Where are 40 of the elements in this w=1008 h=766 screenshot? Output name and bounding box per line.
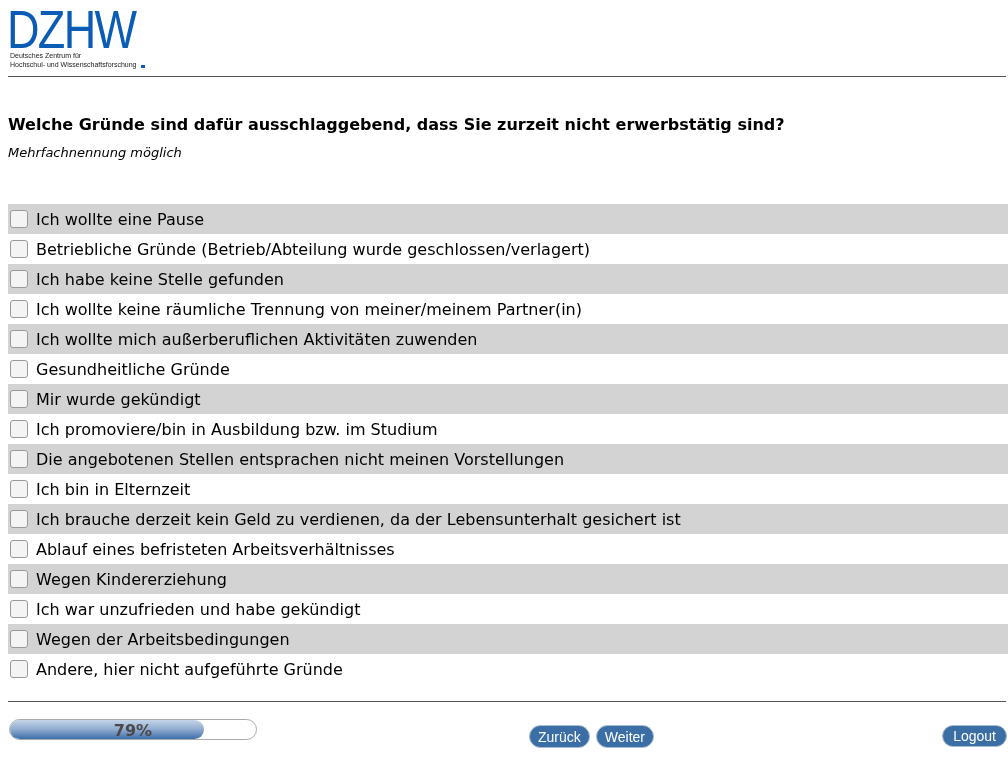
option-label[interactable]: Andere, hier nicht aufgeführte Gründe	[36, 659, 343, 679]
checkbox[interactable]	[10, 210, 28, 228]
checkbox[interactable]	[10, 330, 28, 348]
back-button[interactable]: Zurück	[529, 725, 590, 748]
option-label[interactable]: Ablauf eines befristeten Arbeitsverhältnisses	[36, 539, 395, 559]
option-label[interactable]: Ich wollte keine räumliche Trennung von meiner/meinem Partner(in)	[36, 299, 582, 319]
checkbox[interactable]	[10, 660, 28, 678]
option-label[interactable]: Ich bin in Elternzeit	[36, 479, 191, 499]
option-label[interactable]: Wegen der Arbeitsbedingungen	[36, 629, 290, 649]
checkbox[interactable]	[10, 600, 28, 618]
checkbox[interactable]	[10, 420, 28, 438]
option-label[interactable]: Betriebliche Gründe (Betrieb/Abteilung wurde geschlossen/verlagert)	[36, 239, 590, 259]
option-label[interactable]: Ich wollte eine Pause	[36, 209, 205, 229]
option-label[interactable]: Gesundheitliche Gründe	[36, 359, 230, 379]
logo-wordmark: DZHW	[7, 10, 136, 48]
question-instruction: Mehrfachnennung möglich	[8, 145, 183, 160]
option-label[interactable]: Ich habe keine Stelle gefunden	[36, 269, 284, 289]
next-button[interactable]: Weiter	[595, 725, 654, 748]
option-label[interactable]: Wegen Kindererziehung	[36, 569, 227, 589]
logo-square-icon	[141, 64, 146, 68]
checkbox[interactable]	[10, 540, 28, 558]
checkbox[interactable]	[10, 360, 28, 378]
checkbox[interactable]	[10, 450, 28, 468]
option-label[interactable]: Mir wurde gekündigt	[36, 389, 201, 409]
option-label[interactable]: Ich wollte mich außerberuflichen Aktivitäten zuwenden	[36, 329, 478, 349]
question-title: Welche Gründe sind dafür ausschlaggebend, dass Sie zurzeit nicht erwerbstätig sind?	[8, 115, 786, 134]
checkbox[interactable]	[10, 570, 28, 588]
checkbox[interactable]	[10, 630, 28, 648]
option-label[interactable]: Ich brauche derzeit kein Geld zu verdienen, da der Lebensunterhalt gesichert ist	[36, 509, 681, 529]
checkbox[interactable]	[10, 480, 28, 498]
option-label[interactable]: Die angebotenen Stellen entsprachen nicht meinen Vorstellungen	[36, 449, 565, 469]
option-label[interactable]: Ich promoviere/bin in Ausbildung bzw. im Studium	[36, 419, 438, 439]
checkbox[interactable]	[10, 240, 28, 258]
progress-reading: 79%	[113, 720, 153, 739]
logout-button[interactable]: Logout	[942, 725, 1007, 747]
checkbox[interactable]	[10, 390, 28, 408]
checkbox[interactable]	[10, 270, 28, 288]
checkbox[interactable]	[10, 300, 28, 318]
option-label[interactable]: Ich war unzufrieden und habe gekündigt	[36, 599, 361, 619]
checkbox[interactable]	[10, 510, 28, 528]
